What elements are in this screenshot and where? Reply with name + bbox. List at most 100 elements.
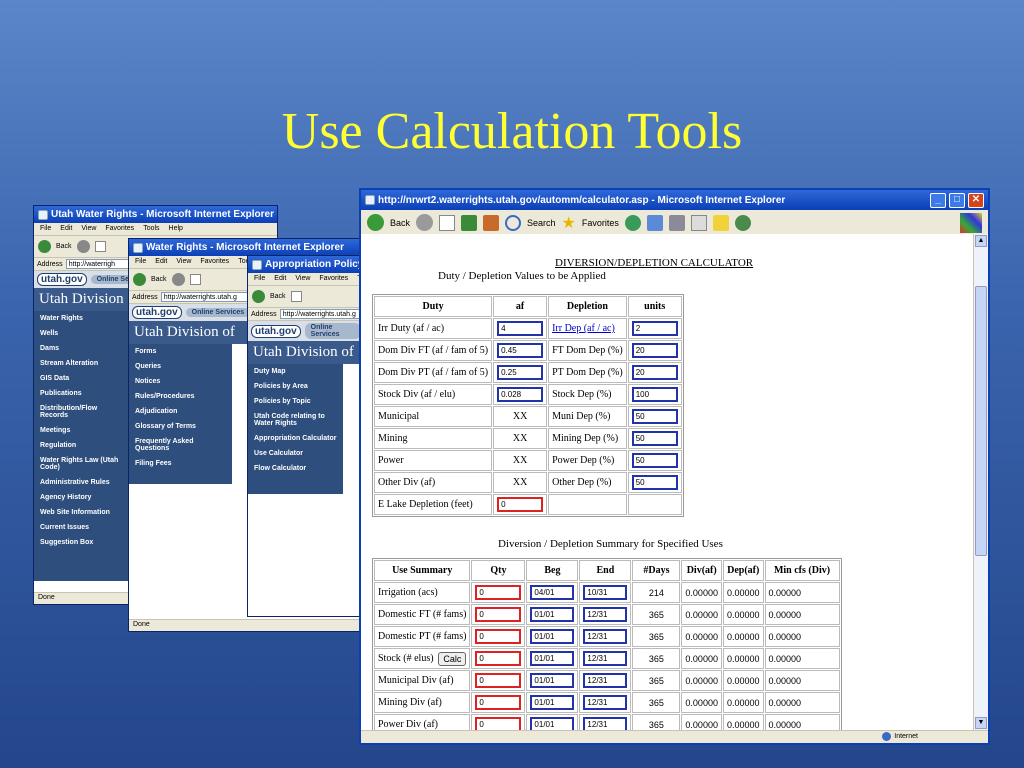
title-bar[interactable]: Utah Water Rights - Microsoft Internet E…: [34, 206, 277, 223]
beg-input[interactable]: 01/01: [530, 629, 575, 644]
menu-item[interactable]: File: [135, 258, 146, 266]
irr-dep-link[interactable]: Irr Dep (af / ac): [552, 323, 615, 334]
menu-item[interactable]: Edit: [274, 275, 286, 283]
history-icon[interactable]: [624, 214, 641, 231]
minimize-button[interactable]: _: [930, 192, 946, 208]
nav-item[interactable]: Glossary of Terms: [129, 419, 232, 434]
units-input[interactable]: 50: [631, 453, 678, 468]
maximize-button[interactable]: □: [949, 192, 965, 208]
folder-icon[interactable]: [712, 214, 729, 231]
qty-input[interactable]: 0: [475, 673, 522, 688]
back-icon[interactable]: [367, 214, 384, 231]
stop-icon[interactable]: [189, 274, 201, 285]
menu-item[interactable]: Tools: [143, 225, 159, 233]
beg-input[interactable]: 01/01: [530, 717, 575, 730]
nav-item[interactable]: Forms: [129, 344, 232, 359]
units-input[interactable]: 20: [631, 365, 678, 380]
menu-item[interactable]: View: [176, 258, 191, 266]
forward-icon[interactable]: [76, 240, 90, 253]
back-icon[interactable]: [252, 290, 265, 303]
units-input[interactable]: 50: [631, 431, 678, 446]
menu-item[interactable]: Favorites: [319, 275, 348, 283]
af-input[interactable]: 0.25: [497, 365, 544, 380]
back-button[interactable]: Back: [390, 218, 410, 228]
qty-input[interactable]: 0: [475, 651, 522, 666]
menu-item[interactable]: File: [40, 225, 51, 233]
beg-input[interactable]: 01/01: [530, 695, 575, 710]
online-services-tab[interactable]: Online Services: [185, 308, 251, 317]
utah-gov-logo[interactable]: utah.gov: [37, 273, 87, 286]
nav-item[interactable]: Water Rights Law (Utah Code): [34, 453, 129, 475]
nav-item[interactable]: Filing Fees: [129, 456, 232, 471]
nav-item[interactable]: Meetings: [34, 423, 129, 438]
units-input[interactable]: 50: [631, 475, 678, 490]
units-input[interactable]: 100: [631, 387, 678, 402]
close-button[interactable]: ✕: [968, 192, 984, 208]
end-input[interactable]: 12/31: [583, 651, 628, 666]
forward-icon[interactable]: [171, 273, 185, 286]
search-button[interactable]: Search: [527, 218, 556, 228]
nav-item[interactable]: Utah Code relating to Water Rights: [248, 409, 343, 431]
search-icon[interactable]: [505, 214, 522, 231]
online-services-tab[interactable]: Online Services: [304, 323, 361, 339]
af-input[interactable]: 4: [497, 321, 544, 336]
title-bar[interactable]: Water Rights - Microsoft Internet Explor…: [129, 239, 367, 256]
calc-button[interactable]: Calc: [438, 652, 467, 666]
nav-item[interactable]: Distribution/Flow Records: [34, 401, 129, 423]
qty-input[interactable]: 0: [475, 695, 522, 710]
back-button[interactable]: Back: [270, 293, 286, 300]
end-input[interactable]: 10/31: [583, 585, 628, 600]
qty-input[interactable]: 0: [475, 629, 522, 644]
nav-item[interactable]: Appropriation Calculator: [248, 431, 343, 446]
end-input[interactable]: 12/31: [583, 673, 628, 688]
nav-item[interactable]: Suggestion Box: [34, 535, 129, 550]
back-icon[interactable]: [38, 240, 51, 253]
nav-item[interactable]: Current Issues: [34, 520, 129, 535]
qty-input[interactable]: 0: [475, 717, 522, 730]
nav-item[interactable]: Flow Calculator: [248, 461, 343, 476]
qty-input[interactable]: 0: [475, 607, 522, 622]
refresh-icon[interactable]: [461, 214, 478, 231]
vertical-scrollbar[interactable]: ▲ ▼: [973, 234, 988, 730]
menu-item[interactable]: Favorites: [105, 225, 134, 233]
af-input[interactable]: 0.028: [497, 387, 544, 402]
nav-item[interactable]: Dams: [34, 341, 129, 356]
address-input[interactable]: http://waterrights.utah.g: [279, 309, 361, 319]
nav-item[interactable]: Adjudication: [129, 404, 232, 419]
beg-input[interactable]: 01/01: [530, 651, 575, 666]
utah-gov-logo[interactable]: utah.gov: [251, 324, 301, 338]
units-input[interactable]: 2: [631, 321, 678, 336]
end-input[interactable]: 12/31: [583, 717, 628, 730]
nav-item[interactable]: Rules/Procedures: [129, 389, 232, 404]
title-bar[interactable]: Appropriation Policy In: [248, 256, 364, 273]
scroll-thumb[interactable]: [975, 286, 987, 556]
nav-item[interactable]: GIS Data: [34, 371, 129, 386]
nav-item[interactable]: Administrative Rules: [34, 475, 129, 490]
menu-item[interactable]: View: [81, 225, 96, 233]
af-input[interactable]: 0: [497, 497, 544, 512]
nav-item[interactable]: Regulation: [34, 438, 129, 453]
menu-item[interactable]: Help: [169, 225, 183, 233]
utah-gov-logo[interactable]: utah.gov: [132, 306, 182, 319]
end-input[interactable]: 12/31: [583, 629, 628, 644]
nav-item[interactable]: Water Rights: [34, 311, 129, 326]
units-input[interactable]: 50: [631, 409, 678, 424]
stop-icon[interactable]: [439, 214, 456, 231]
forward-icon[interactable]: [416, 214, 434, 231]
favorites-button[interactable]: Favorites: [582, 218, 619, 228]
home-icon[interactable]: [483, 214, 500, 231]
menu-item[interactable]: View: [295, 275, 310, 283]
back-button[interactable]: Back: [151, 276, 167, 283]
qty-input[interactable]: 0: [475, 585, 522, 600]
nav-item[interactable]: Use Calculator: [248, 446, 343, 461]
nav-item[interactable]: Wells: [34, 326, 129, 341]
nav-item[interactable]: Web Site Information: [34, 505, 129, 520]
menu-item[interactable]: File: [254, 275, 265, 283]
nav-item[interactable]: Notices: [129, 374, 232, 389]
end-input[interactable]: 12/31: [583, 695, 628, 710]
scroll-up-icon[interactable]: ▲: [975, 235, 987, 247]
back-button[interactable]: Back: [56, 243, 72, 250]
nav-item[interactable]: Agency History: [34, 490, 129, 505]
stop-icon[interactable]: [94, 241, 106, 252]
back-icon[interactable]: [133, 273, 146, 286]
